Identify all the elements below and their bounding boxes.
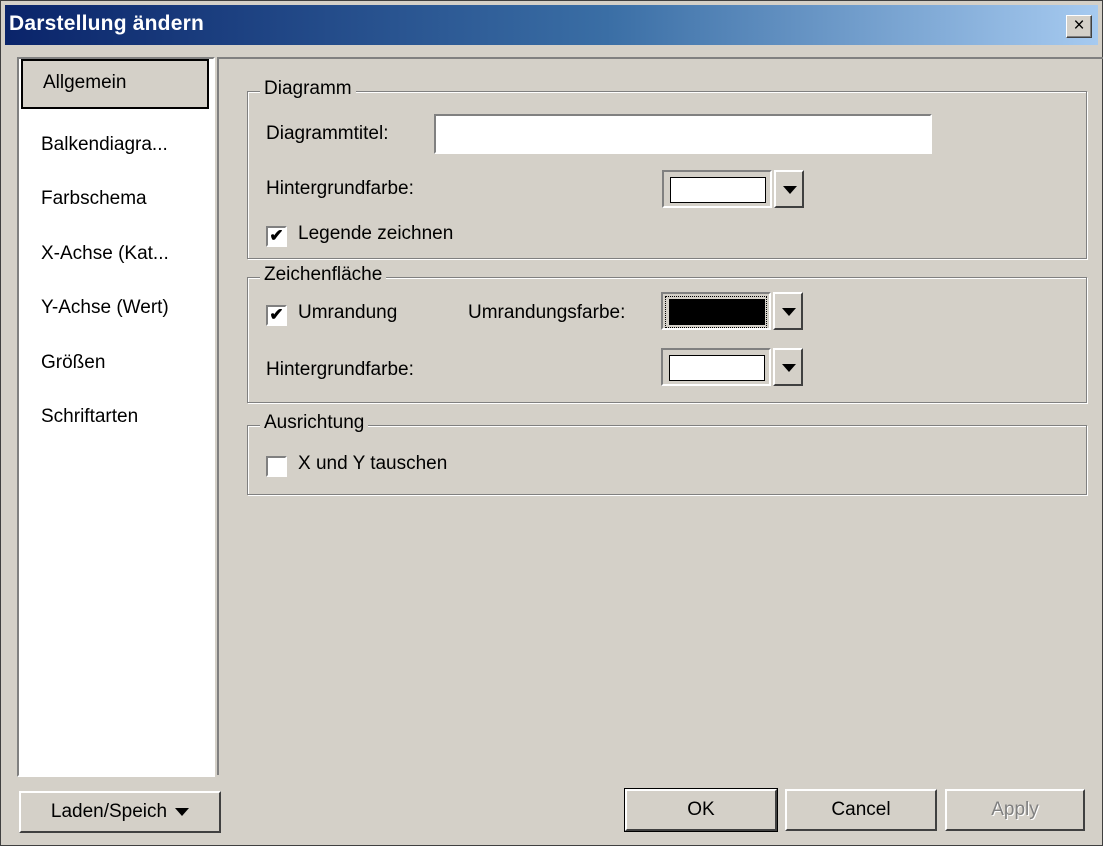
color-swatch-frame[interactable]	[661, 348, 771, 386]
group-title: Ausrichtung	[260, 412, 369, 434]
sidebar-item-x-achse[interactable]: X-Achse (Kat...	[19, 230, 209, 280]
hintergrundfarbe-label: Hintergrundfarbe:	[266, 178, 414, 199]
color-dropdown-button[interactable]	[773, 348, 803, 386]
umrandung-checkbox[interactable]: ✔	[266, 305, 287, 326]
color-dropdown-button[interactable]	[774, 170, 804, 208]
group-ausrichtung: Ausrichtung X und Y tauschen	[247, 412, 1087, 495]
category-list: Allgemein Balkendiagra... Farbschema X-A…	[17, 57, 215, 777]
diagrammtitel-input[interactable]	[434, 114, 932, 154]
umrandung-label: Umrandung	[298, 302, 398, 323]
group-title: Zeichenfläche	[260, 264, 387, 286]
sidebar-item-balkendiagramm[interactable]: Balkendiagra...	[19, 121, 209, 171]
sidebar-item-allgemein[interactable]: Allgemein	[21, 59, 209, 109]
close-button[interactable]: ×	[1066, 15, 1092, 38]
focus-rectangle	[665, 296, 767, 328]
sidebar-item-label: Allgemein	[43, 72, 127, 93]
chevron-down-icon	[175, 807, 190, 816]
sidebar-item-y-achse[interactable]: Y-Achse (Wert)	[19, 284, 209, 334]
dialog-title: Darstellung ändern	[9, 12, 204, 35]
diagrammtitel-label: Diagrammtitel:	[266, 123, 389, 144]
tauschen-label: X und Y tauschen	[298, 453, 448, 474]
color-swatch	[669, 355, 765, 381]
group-diagramm: Diagramm Diagrammtitel: Hintergrundfarbe…	[247, 78, 1087, 259]
ok-button[interactable]: OK	[624, 788, 778, 832]
sidebar-item-schriftarten[interactable]: Schriftarten	[19, 393, 209, 443]
settings-panel: Diagramm Diagrammtitel: Hintergrundfarbe…	[217, 57, 1103, 775]
cancel-button[interactable]: Cancel	[785, 789, 937, 831]
apply-button[interactable]: Apply	[945, 789, 1085, 831]
sidebar-item-label: Schriftarten	[41, 406, 139, 427]
chevron-down-icon	[782, 364, 796, 372]
umrandungsfarbe-label: Umrandungsfarbe:	[468, 302, 626, 323]
sidebar-item-label: X-Achse (Kat...	[41, 243, 169, 264]
tauschen-checkbox[interactable]	[266, 456, 287, 477]
title-bar[interactable]: Darstellung ändern ×	[5, 5, 1098, 45]
sidebar-item-label: Farbschema	[41, 188, 147, 209]
legende-checkbox[interactable]: ✔	[266, 226, 287, 247]
hintergrundfarbe-label: Hintergrundfarbe:	[266, 359, 414, 380]
color-dropdown-button[interactable]	[773, 292, 803, 330]
dialog-footer: Laden/Speich OK Cancel Apply	[1, 773, 1102, 845]
sidebar-item-farbschema[interactable]: Farbschema	[19, 175, 209, 225]
sidebar-item-groessen[interactable]: Größen	[19, 339, 209, 389]
color-swatch-frame[interactable]	[661, 292, 771, 330]
sidebar-item-label: Balkendiagra...	[41, 134, 168, 155]
chevron-down-icon	[783, 186, 797, 194]
sidebar-item-label: Y-Achse (Wert)	[41, 297, 169, 318]
color-swatch-frame[interactable]	[662, 170, 772, 208]
color-swatch	[670, 177, 766, 203]
group-zeichenflaeche: Zeichenfläche ✔ Umrandung Umrandungsfarb…	[247, 264, 1087, 403]
chevron-down-icon	[782, 308, 796, 316]
laden-speichern-dropdown-button[interactable]: Laden/Speich	[19, 791, 221, 833]
laden-label: Laden/Speich	[50, 801, 168, 822]
group-title: Diagramm	[260, 78, 356, 100]
sidebar-item-label: Größen	[41, 352, 106, 373]
legende-label: Legende zeichnen	[298, 223, 454, 244]
dialog-window: Darstellung ändern × Allgemein Balkendia…	[0, 0, 1103, 846]
